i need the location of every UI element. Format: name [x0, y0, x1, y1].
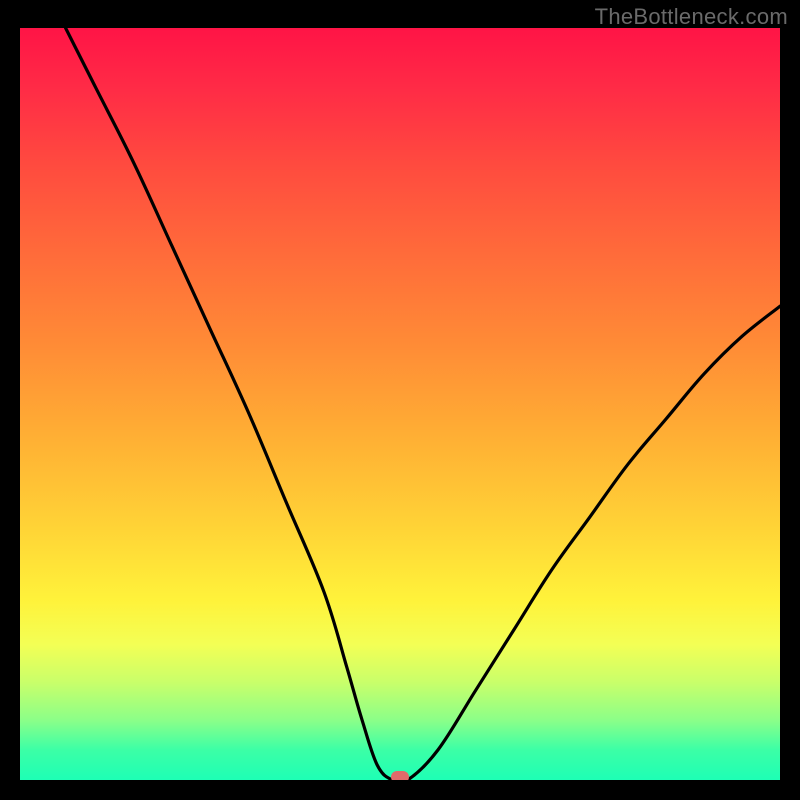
plot-area	[20, 28, 780, 780]
chart-frame: TheBottleneck.com	[0, 0, 800, 800]
bottleneck-curve	[20, 28, 780, 780]
minimum-marker	[391, 771, 409, 780]
watermark-text: TheBottleneck.com	[595, 4, 788, 30]
